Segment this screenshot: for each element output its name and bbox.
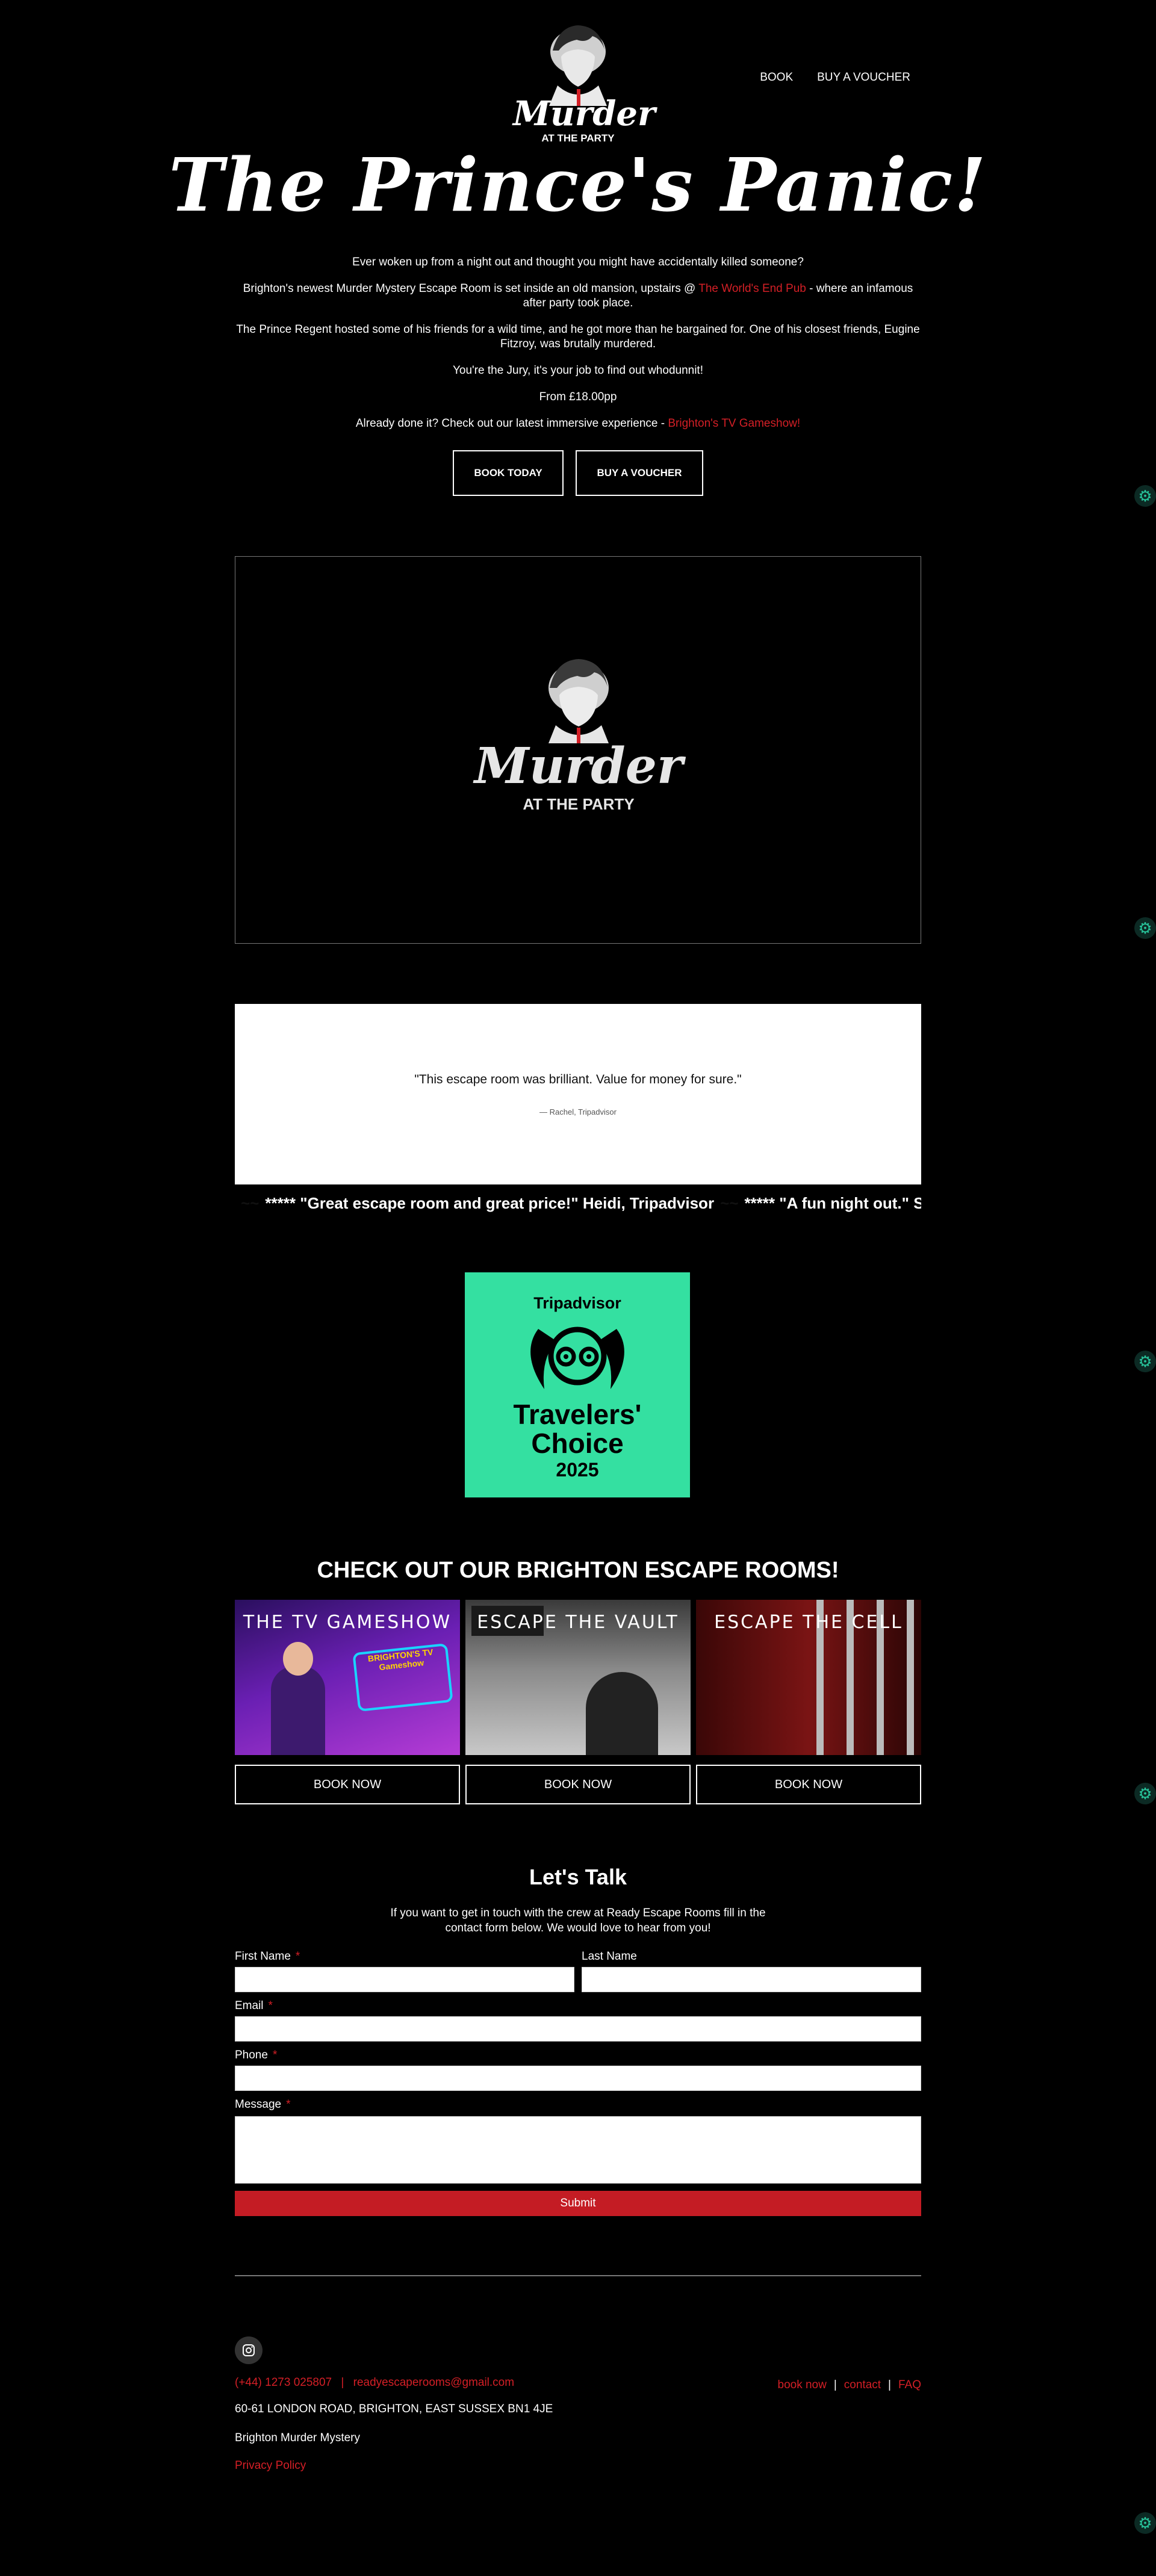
tv-gameshow-link[interactable]: Brighton's TV Gameshow! — [668, 417, 800, 430]
footer-link-faq[interactable]: FAQ — [898, 2379, 921, 2391]
gear-icon[interactable]: ⚙ — [1134, 485, 1156, 507]
gameshow-sign: BRIGHTON'S TV Gameshow — [352, 1643, 453, 1712]
privacy-policy-link[interactable]: Privacy Policy — [235, 2459, 306, 2472]
message-label-text: Message — [235, 2098, 282, 2111]
privacy-policy-text[interactable]: Privacy Policy — [235, 2459, 306, 2472]
gear-icon[interactable]: ⚙ — [1134, 1783, 1156, 1804]
submit-button[interactable]: Submit — [235, 2191, 921, 2216]
portrait-illustration — [548, 659, 609, 743]
intro-text: Ever woken up from a night out and thoug… — [235, 255, 921, 443]
first-name-label-text: First Name — [235, 1950, 291, 1963]
footer-link-separator: | — [833, 2379, 837, 2391]
worlds-end-pub-link[interactable]: The World's End Pub — [698, 282, 806, 295]
badge-title: Travelers' — [513, 1399, 642, 1430]
testimonial-quote: "This escape room was brilliant. Value f… — [414, 1073, 742, 1086]
phone-label-text: Phone — [235, 2049, 268, 2061]
footer-divider — [235, 2275, 921, 2276]
phone-input[interactable] — [235, 2066, 921, 2091]
required-marker: * — [272, 2049, 278, 2061]
testimonial-attribution: — Rachel, Tripadvisor — [539, 1107, 617, 1116]
footer-link-book-now[interactable]: book now — [778, 2379, 827, 2391]
badge-title: Choice — [531, 1428, 624, 1459]
email-label-text: Email — [235, 1999, 264, 2012]
required-marker: * — [286, 2098, 291, 2111]
room-title: ESCAPE THE VAULT — [477, 1612, 679, 1633]
gear-icon[interactable]: ⚙ — [1134, 2512, 1156, 2534]
email-label: Email * — [235, 1999, 273, 2013]
last-name-label: Last Name — [582, 1950, 637, 1963]
intro-text-span: Brighton's newest Murder Mystery Escape … — [243, 282, 699, 295]
logo-subtitle: AT THE PARTY — [523, 795, 635, 813]
tripadvisor-badge: Tripadvisor Travelers' Choice 2025 — [465, 1272, 690, 1497]
main-nav: BOOK BUY A VOUCHER — [760, 71, 910, 84]
intro-paragraph: Already done it? Check out our latest im… — [235, 416, 921, 431]
last-name-input[interactable] — [582, 1967, 921, 1992]
room-card-escape-vault[interactable]: ESCAPE THE VAULT — [465, 1600, 691, 1755]
testimonial-card: "This escape room was brilliant. Value f… — [235, 1004, 921, 1184]
footer-contact-line: (+44) 1273 025807 | readyescaperooms@gma… — [235, 2376, 514, 2389]
ticker-review: ***** "Great escape room and great price… — [265, 1194, 715, 1212]
room-title: THE TV GAMESHOW — [243, 1612, 452, 1633]
room-card-escape-cell[interactable]: ESCAPE THE CELL — [696, 1600, 921, 1755]
review-ticker: ~~ ***** "Great escape room and great pri… — [235, 1194, 921, 1221]
instagram-icon[interactable] — [235, 2336, 263, 2364]
page-title: The Prince's Panic! — [169, 141, 987, 228]
ticker-separator: ~~ — [720, 1194, 739, 1212]
badge-year: 2025 — [556, 1459, 599, 1481]
message-label: Message * — [235, 2098, 291, 2111]
email-input[interactable] — [235, 2016, 921, 2042]
room-title: ESCAPE THE CELL — [714, 1612, 903, 1633]
vault-figure — [586, 1672, 658, 1755]
logo-script: Murder — [513, 94, 656, 134]
intro-paragraph: The Prince Regent hosted some of his fri… — [236, 323, 920, 350]
book-today-button[interactable]: BOOK TODAY — [453, 450, 564, 496]
nav-buy-voucher[interactable]: BUY A VOUCHER — [817, 71, 910, 84]
footer-tagline: Brighton Murder Mystery — [235, 2432, 361, 2444]
ticker-review: ***** "A fun night out." Simon, Tr — [744, 1194, 921, 1212]
room-card-tv-gameshow[interactable]: BRIGHTON'S TV Gameshow THE TV GAMESHOW — [235, 1600, 460, 1755]
first-name-label: First Name * — [235, 1950, 300, 1963]
gear-icon[interactable]: ⚙ — [1134, 917, 1156, 939]
badge-brand: Tripadvisor — [533, 1294, 621, 1312]
phone-label: Phone * — [235, 2049, 277, 2062]
owl-laurel-icon — [530, 1327, 624, 1389]
rooms-heading: CHECK OUT OUR BRIGHTON ESCAPE ROOMS! — [317, 1558, 839, 1583]
contact-heading: Let's Talk — [529, 1865, 627, 1889]
nav-book[interactable]: BOOK — [760, 71, 793, 84]
intro-paragraph: You're the Jury, it's your job to find o… — [452, 364, 703, 377]
intro-paragraph: Ever woken up from a night out and thoug… — [352, 256, 804, 268]
footer-address: 60-61 LONDON ROAD, BRIGHTON, EAST SUSSEX… — [235, 2403, 553, 2415]
footer-phone-link[interactable]: (+44) 1273 025807 — [235, 2376, 332, 2389]
intro-paragraph: Brighton's newest Murder Mystery Escape … — [235, 282, 921, 311]
footer-link-separator: | — [888, 2379, 891, 2391]
intro-text-span: Already done it? Check out our latest im… — [355, 417, 668, 430]
book-now-tv-gameshow-button[interactable]: BOOK NOW — [235, 1765, 460, 1804]
logo-script: Murder — [474, 737, 683, 795]
contact-intro: If you want to get in touch with the cre… — [390, 1907, 766, 1934]
gear-icon[interactable]: ⚙ — [1134, 1351, 1156, 1372]
message-textarea[interactable] — [235, 2116, 921, 2184]
footer-separator: | — [341, 2376, 344, 2389]
brand-logo[interactable]: Murder AT THE PARTY — [513, 14, 656, 147]
buy-voucher-button[interactable]: BUY A VOUCHER — [576, 450, 703, 496]
ticker-separator: ~~ — [241, 1194, 259, 1212]
required-marker: * — [268, 1999, 273, 2012]
promo-video[interactable]: Murder AT THE PARTY — [235, 556, 921, 944]
first-name-input[interactable] — [235, 1967, 574, 1992]
book-now-escape-vault-button[interactable]: BOOK NOW — [465, 1765, 691, 1804]
footer-link-contact[interactable]: contact — [844, 2379, 881, 2391]
required-marker: * — [295, 1950, 300, 1963]
instagram-glyph — [243, 2344, 255, 2356]
footer-nav: book now | contact | FAQ — [778, 2379, 922, 2392]
presenter-figure — [271, 1666, 325, 1755]
book-now-escape-cell-button[interactable]: BOOK NOW — [696, 1765, 921, 1804]
presenter-head — [283, 1642, 313, 1676]
footer-email-link[interactable]: readyescaperooms@gmail.com — [353, 2376, 514, 2389]
price-text: From £18.00pp — [539, 391, 617, 403]
